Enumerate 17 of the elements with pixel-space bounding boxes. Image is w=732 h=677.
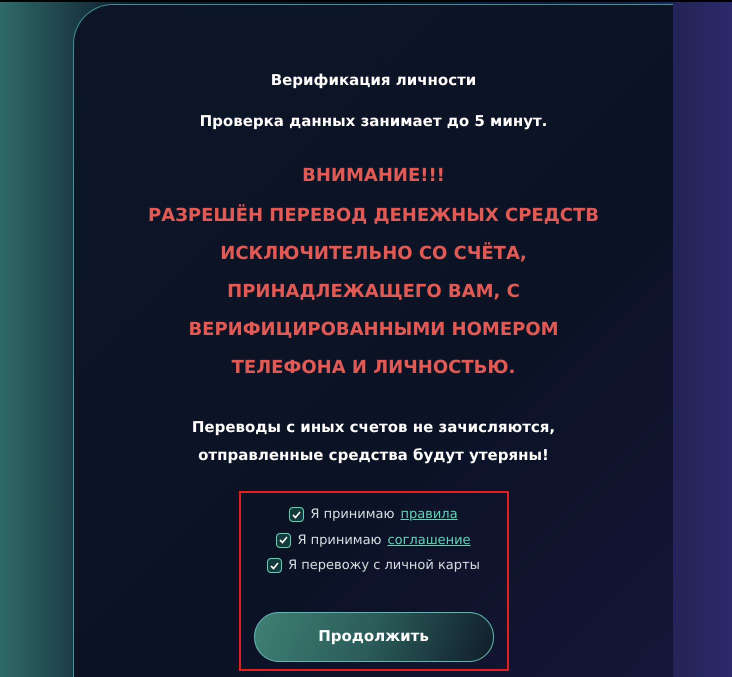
checkbox[interactable]: [289, 507, 304, 522]
checkbox[interactable]: [276, 532, 292, 548]
notice-text: Переводы с иных счетов не зачисляются, отправленные средства будут утеряны!: [190, 417, 556, 466]
checkmark-icon: [270, 562, 280, 570]
checkbox[interactable]: [267, 558, 282, 574]
checkmark-icon: [292, 510, 302, 519]
continue-button[interactable]: Продолжить: [254, 612, 494, 662]
checkbox-label: Я принимаю: [297, 532, 382, 550]
checkmark-icon: [279, 536, 288, 544]
checkbox-label: Я перевожу с личной карты: [288, 557, 480, 575]
terms-link[interactable]: правила: [400, 505, 458, 524]
warning-heading: ВНИМАНИЕ!!!: [302, 164, 445, 188]
terms-link[interactable]: соглашение: [387, 530, 471, 550]
checkbox-label: Я принимаю: [310, 506, 394, 524]
page-subtitle: Проверка данных занимает до 5 минут.: [200, 110, 548, 132]
warning-text: РАЗРЕШЁН ПЕРЕВОД ДЕНЕЖНЫХ СРЕДСТВ ИСКЛЮЧИТЕЛЬНО СО СЧЁТА, ПРИНАДЛЕЖАЩЕГО ВАМ, С ВЕРИФИЦИРОВАННЫМИ НОМЕРОМ ТЕЛЕФОНА И ЛИЧНОСТЬЮ.: [147, 203, 600, 380]
page-title: Верификация личности: [270, 70, 476, 91]
